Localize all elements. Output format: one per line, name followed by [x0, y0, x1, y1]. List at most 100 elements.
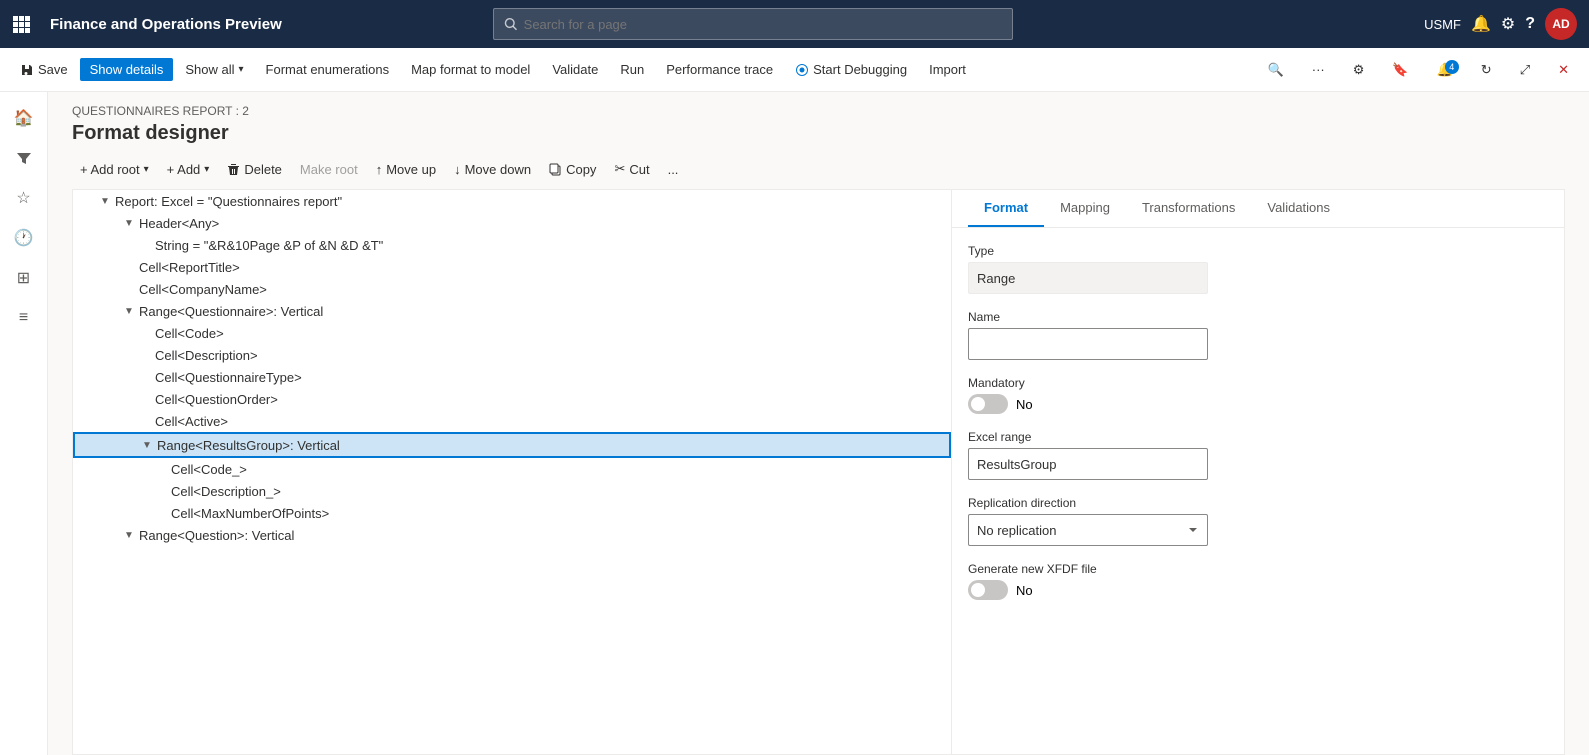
show-details-label: Show details	[90, 62, 164, 77]
save-button[interactable]: Save	[10, 58, 78, 81]
tree-item-cellcode2[interactable]: ▶ Cell<Code_>	[73, 458, 951, 480]
run-button[interactable]: Run	[610, 58, 654, 81]
close-cmd-button[interactable]: ✕	[1548, 58, 1579, 82]
clock-icon[interactable]: 🕐	[6, 220, 42, 256]
tab-validations[interactable]: Validations	[1251, 190, 1346, 227]
show-details-button[interactable]: Show details	[80, 58, 174, 81]
tree-panel: ▼ Report: Excel = "Questionnaires report…	[72, 189, 952, 755]
tree-label-cellquestionorder: Cell<QuestionOrder>	[155, 392, 278, 407]
tree-label-cellcode: Cell<Code>	[155, 326, 224, 341]
tree-item-celldescription2[interactable]: ▶ Cell<Description_>	[73, 480, 951, 502]
move-down-button[interactable]: ↓ Move down	[446, 158, 539, 181]
tree-label-rangequestionnaire: Range<Questionnaire>: Vertical	[139, 304, 323, 319]
tree-label-header: Header<Any>	[139, 216, 219, 231]
add-button[interactable]: + Add ▾	[159, 158, 218, 181]
prop-replication-group: Replication direction No replication Ver…	[968, 496, 1548, 546]
tree-item-cellcompanyname[interactable]: ▶ Cell<CompanyName>	[73, 278, 951, 300]
star-icon[interactable]: ☆	[6, 180, 42, 216]
tree-item-cellquestionorder[interactable]: ▶ Cell<QuestionOrder>	[73, 388, 951, 410]
tree-item-celldescription[interactable]: ▶ Cell<Description>	[73, 344, 951, 366]
start-debugging-button[interactable]: Start Debugging	[785, 58, 917, 81]
user-label: USMF	[1424, 17, 1461, 32]
bookmark-cmd-button[interactable]: 🔖	[1382, 58, 1418, 82]
delete-button[interactable]: Delete	[219, 158, 290, 181]
prop-mandatory-group: Mandatory No	[968, 376, 1548, 414]
panel-split: ▼ Report: Excel = "Questionnaires report…	[72, 189, 1565, 755]
search-bar[interactable]	[493, 8, 1013, 40]
home-icon[interactable]: 🏠	[6, 100, 42, 136]
format-enumerations-button[interactable]: Format enumerations	[256, 58, 400, 81]
generate-xfdf-toggle[interactable]	[968, 580, 1008, 600]
name-label: Name	[968, 310, 1548, 324]
excel-range-input[interactable]	[968, 448, 1208, 480]
copy-button[interactable]: Copy	[541, 158, 604, 181]
map-format-to-model-button[interactable]: Map format to model	[401, 58, 540, 81]
filter-icon[interactable]	[6, 140, 42, 176]
tree-item-cellactive[interactable]: ▶ Cell<Active>	[73, 410, 951, 432]
prop-type-group: Type Range	[968, 244, 1548, 294]
make-root-button[interactable]: Make root	[292, 158, 366, 181]
tree-item-cellcode[interactable]: ▶ Cell<Code>	[73, 322, 951, 344]
help-icon[interactable]: ?	[1525, 15, 1535, 33]
tab-mapping[interactable]: Mapping	[1044, 190, 1126, 227]
tree-item-cellmaxnumberofpoints[interactable]: ▶ Cell<MaxNumberOfPoints>	[73, 502, 951, 524]
replication-direction-label: Replication direction	[968, 496, 1548, 510]
tree-item-rangeresultsgroup[interactable]: ▼ Range<ResultsGroup>: Vertical	[73, 432, 951, 458]
save-label: Save	[38, 62, 68, 77]
settings-cmd-button[interactable]: ⚙	[1343, 58, 1375, 82]
generate-xfdf-value: No	[1016, 583, 1033, 598]
more-cmd-button[interactable]: ···	[1302, 58, 1335, 81]
grid-sidebar-icon[interactable]: ⊞	[6, 260, 42, 296]
tab-transformations[interactable]: Transformations	[1126, 190, 1251, 227]
cut-button[interactable]: ✂ Cut	[606, 157, 657, 181]
add-root-arrow: ▾	[144, 164, 149, 175]
tree-item-string[interactable]: ▶ String = "&R&10Page &P of &N &D &T"	[73, 234, 951, 256]
tree-item-cellreporttitle[interactable]: ▶ Cell<ReportTitle>	[73, 256, 951, 278]
app-title: Finance and Operations Preview	[50, 16, 282, 33]
search-cmd-button[interactable]: 🔍	[1258, 58, 1294, 82]
add-root-button[interactable]: + Add root ▾	[72, 158, 157, 181]
tree-label-cellreporttitle: Cell<ReportTitle>	[139, 260, 240, 275]
settings-icon[interactable]: ⚙	[1501, 14, 1515, 34]
search-input[interactable]	[524, 17, 1003, 32]
list-icon[interactable]: ≡	[6, 300, 42, 336]
tab-format[interactable]: Format	[968, 190, 1044, 227]
move-up-button[interactable]: ↑ Move up	[368, 158, 444, 181]
performance-trace-label: Performance trace	[666, 62, 773, 77]
add-arrow: ▾	[204, 164, 209, 175]
generate-xfdf-label: Generate new XFDF file	[968, 562, 1548, 576]
tree-item-rangequestionnaire[interactable]: ▼ Range<Questionnaire>: Vertical	[73, 300, 951, 322]
toolbar: + Add root ▾ + Add ▾ Delete Make root ↑ …	[48, 157, 1589, 189]
mandatory-toggle[interactable]	[968, 394, 1008, 414]
tree-label-cellcode2: Cell<Code_>	[171, 462, 247, 477]
import-label: Import	[929, 62, 966, 77]
show-all-button[interactable]: Show all ▾	[175, 58, 253, 81]
delete-label: Delete	[244, 162, 282, 177]
excel-range-label: Excel range	[968, 430, 1548, 444]
import-button[interactable]: Import	[919, 58, 976, 81]
avatar[interactable]: AD	[1545, 8, 1577, 40]
performance-trace-button[interactable]: Performance trace	[656, 58, 783, 81]
validate-button[interactable]: Validate	[542, 58, 608, 81]
expand-cmd-button[interactable]: ⤢	[1510, 58, 1540, 82]
more-button[interactable]: ...	[660, 158, 687, 181]
name-input[interactable]	[968, 328, 1208, 360]
replication-direction-select[interactable]: No replication Vertical Horizontal	[968, 514, 1208, 546]
tree-label-cellcompanyname: Cell<CompanyName>	[139, 282, 267, 297]
more-label: ...	[668, 162, 679, 177]
tree-item-cellquestionnairetype[interactable]: ▶ Cell<QuestionnaireType>	[73, 366, 951, 388]
scissors-icon: ✂	[614, 161, 625, 177]
type-label: Type	[968, 244, 1548, 258]
expand-icon-rangeresultsgroup: ▼	[139, 437, 155, 453]
tree-item-report[interactable]: ▼ Report: Excel = "Questionnaires report…	[73, 190, 951, 212]
start-debugging-label: Start Debugging	[813, 62, 907, 77]
move-down-label: Move down	[465, 162, 531, 177]
notifications-cmd-button[interactable]: 🔔 4	[1427, 58, 1463, 82]
grid-icon[interactable]	[12, 15, 30, 33]
tree-item-rangequestion[interactable]: ▼ Range<Question>: Vertical	[73, 524, 951, 546]
move-down-arrow: ↓	[454, 162, 461, 177]
tree-item-header[interactable]: ▼ Header<Any>	[73, 212, 951, 234]
mandatory-value: No	[1016, 397, 1033, 412]
refresh-cmd-button[interactable]: ↻	[1471, 58, 1502, 82]
bell-icon[interactable]: 🔔	[1471, 14, 1491, 34]
